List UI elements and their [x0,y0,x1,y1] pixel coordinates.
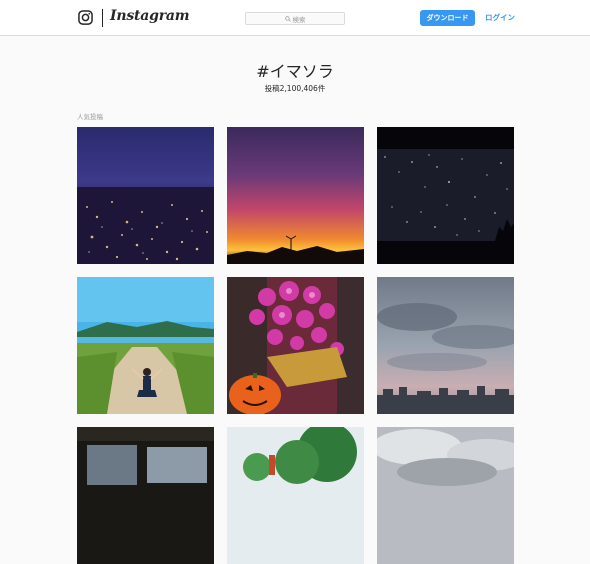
orchids-pumpkin-image [227,277,364,414]
post-thumbnail-grey-clouds[interactable] [377,427,514,564]
logo-divider [102,9,103,27]
post-thumbnail-green-trees[interactable] [227,427,364,564]
post-thumbnail-sunset[interactable] [227,127,364,264]
instagram-wordmark[interactable]: Instagram [110,8,190,24]
download-button[interactable]: ダウンロード [420,10,475,26]
post-thumbnail-dark-interior[interactable] [77,427,214,564]
hashtag-title: #イマソラ [256,62,334,81]
post-thumbnail-night-city[interactable] [77,127,214,264]
night-city-image [77,127,214,264]
grey-clouds-image [377,427,514,564]
search-input[interactable]: 検索 [245,12,345,25]
post-thumbnail-starry-sky[interactable] [377,127,514,264]
top-navigation-bar: Instagram 検索 ダウンロード ログイン [0,0,590,36]
sunset-image [227,127,364,264]
starry-sky-image [377,127,514,264]
green-trees-image [227,427,364,564]
instagram-camera-icon[interactable] [78,10,93,25]
top-posts-label: 人気投稿 [77,113,103,121]
search-icon [284,15,291,22]
post-thumbnail-orchids-pumpkin[interactable] [227,277,364,414]
post-thumbnail-cloudy-city[interactable] [377,277,514,414]
post-thumbnail-beach-road[interactable] [77,277,214,414]
beach-road-image [77,277,214,414]
login-link[interactable]: ログイン [485,12,515,23]
cloudy-city-image [377,277,514,414]
search-placeholder: 検索 [292,15,306,24]
post-count: 投稿2,100,406件 [264,84,326,93]
dark-interior-image [77,427,214,564]
